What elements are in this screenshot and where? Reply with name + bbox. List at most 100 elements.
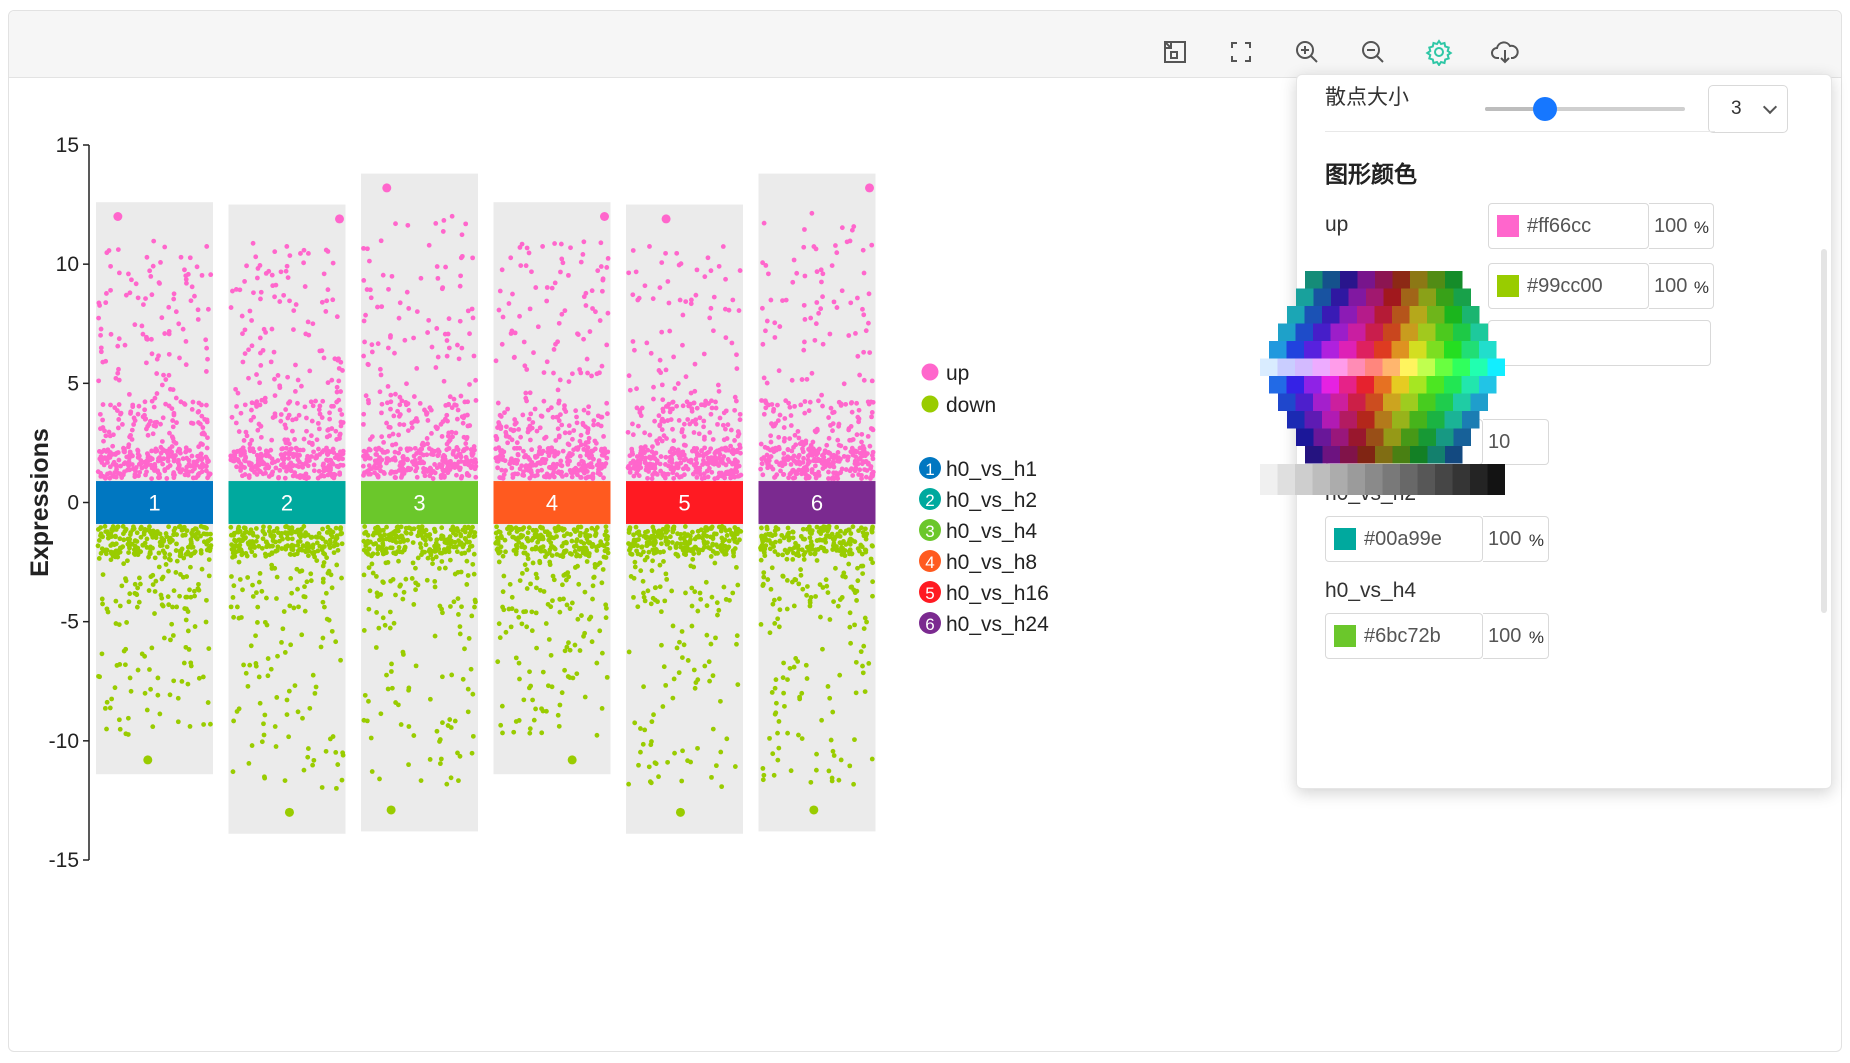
- down-point: [131, 526, 137, 532]
- color-swatch[interactable]: [1497, 215, 1519, 237]
- group-column: 2: [228, 204, 346, 834]
- down-point: [498, 544, 504, 550]
- up-point: [726, 459, 732, 464]
- down-point: [126, 550, 131, 555]
- settings-icon[interactable]: [1424, 37, 1454, 67]
- up-point: [679, 427, 685, 432]
- up-point: [316, 426, 322, 432]
- down-point: [264, 622, 270, 628]
- down-point: [136, 599, 142, 605]
- down-color-field[interactable]: #99cc00: [1488, 263, 1649, 309]
- down-point: [561, 540, 567, 546]
- down-point: [311, 549, 317, 555]
- download-icon[interactable]: [1490, 37, 1520, 67]
- down-point: [304, 541, 310, 546]
- up-point: [390, 442, 395, 448]
- down-point: [279, 640, 284, 645]
- color-swatch[interactable]: [1334, 528, 1356, 550]
- down-point: [824, 583, 830, 589]
- group-opacity-field[interactable]: 10: [1483, 419, 1549, 465]
- color-scheme-select[interactable]: [1488, 320, 1711, 366]
- up-point: [499, 267, 505, 273]
- group-opacity-field[interactable]: 100 %: [1483, 516, 1549, 562]
- down-point: [565, 570, 571, 575]
- down-point: [206, 573, 212, 579]
- up-point: [721, 410, 727, 416]
- down-point: [117, 603, 123, 609]
- color-swatch[interactable]: [1334, 625, 1356, 647]
- up-point: [159, 382, 165, 388]
- down-point: [366, 606, 372, 612]
- up-point: [497, 288, 503, 294]
- point-size-slider[interactable]: [1485, 97, 1685, 121]
- up-point: [458, 255, 464, 261]
- down-opacity-field[interactable]: 100 %: [1649, 263, 1714, 309]
- down-point: [174, 558, 180, 564]
- up-opacity-field[interactable]: 100 %: [1649, 203, 1714, 249]
- down-point: [760, 777, 766, 783]
- up-point: [272, 249, 278, 255]
- up-point: [249, 343, 255, 349]
- down-point: [434, 728, 440, 734]
- up-point: [336, 378, 342, 384]
- up-point: [562, 308, 568, 314]
- down-point: [235, 526, 241, 532]
- up-point: [780, 472, 786, 477]
- down-point: [817, 582, 823, 587]
- up-point: [841, 381, 847, 387]
- down-point: [802, 550, 808, 555]
- up-point: [790, 279, 796, 285]
- down-point: [528, 581, 533, 587]
- up-point: [595, 268, 601, 274]
- down-point: [710, 673, 716, 679]
- group-opacity-field[interactable]: 100 %: [1483, 613, 1549, 659]
- down-point: [519, 570, 525, 576]
- down-point: [117, 726, 123, 732]
- up-point: [711, 328, 716, 334]
- down-point: [125, 715, 131, 721]
- up-point: [604, 265, 610, 270]
- up-point: [334, 437, 340, 442]
- up-point: [541, 370, 547, 375]
- down-point: [557, 609, 563, 615]
- down-point: [368, 735, 374, 741]
- group-color-field[interactable]: #6bc72b: [1325, 613, 1483, 659]
- down-point: [451, 599, 457, 605]
- down-point: [396, 558, 401, 564]
- zoom-out-icon[interactable]: [1358, 37, 1388, 67]
- up-point: [473, 474, 479, 480]
- up-point: [681, 472, 687, 478]
- up-point: [204, 417, 210, 423]
- up-point: [236, 429, 242, 434]
- group-color-field[interactable]: #0077c1: [1325, 419, 1483, 465]
- up-point: [116, 377, 122, 383]
- up-point: [204, 345, 210, 351]
- down-point: [826, 768, 832, 774]
- up-point: [580, 251, 586, 257]
- down-point: [545, 601, 551, 607]
- up-point: [694, 446, 700, 451]
- up-point: [263, 448, 269, 454]
- up-color-field[interactable]: #ff66cc: [1488, 203, 1649, 249]
- down-point: [545, 683, 551, 689]
- down-point: [723, 597, 729, 602]
- up-point: [761, 455, 767, 460]
- panel-scrollbar[interactable]: [1821, 249, 1827, 613]
- down-point: [511, 729, 517, 735]
- down-point: [522, 562, 528, 568]
- up-point: [366, 468, 372, 473]
- down-point: [510, 534, 516, 540]
- slider-handle[interactable]: [1533, 97, 1557, 121]
- color-swatch[interactable]: [1334, 431, 1356, 453]
- down-point: [524, 586, 530, 591]
- down-point: [835, 533, 841, 539]
- point-size-select[interactable]: 3: [1708, 85, 1788, 133]
- group-color-field[interactable]: #00a99e: [1325, 516, 1483, 562]
- down-point: [442, 565, 448, 571]
- down-point: [584, 559, 590, 564]
- down-point: [719, 784, 725, 790]
- down-point: [420, 535, 426, 541]
- color-swatch[interactable]: [1497, 275, 1519, 297]
- down-point: [673, 543, 679, 549]
- down-point: [833, 565, 838, 571]
